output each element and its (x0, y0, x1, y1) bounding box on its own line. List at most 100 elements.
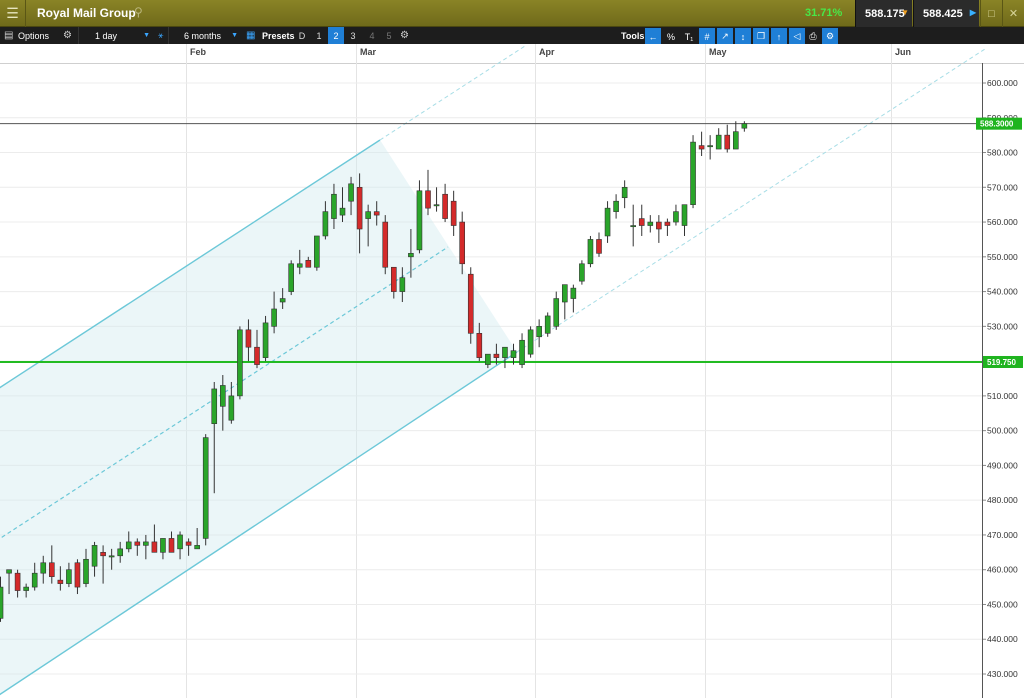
candle-body (553, 298, 560, 327)
windows-icon[interactable]: ❐ (753, 28, 769, 45)
preset-4[interactable]: 4 (364, 27, 380, 44)
candle-body (91, 545, 98, 567)
candle-body (160, 538, 166, 553)
range-value: 6 months (184, 30, 222, 41)
candle-body (356, 186, 363, 230)
candle-body (211, 388, 218, 424)
print-icon[interactable]: ⎙ (805, 28, 821, 45)
search-icon[interactable]: ⚲ (134, 5, 143, 19)
label-icon[interactable]: ◁ (789, 28, 805, 45)
x-axis-header (0, 44, 1024, 63)
instrument-title: Royal Mail Group (37, 6, 136, 20)
candle-body (690, 141, 696, 205)
y-tick-label: 600.000 (987, 78, 1018, 88)
candle-body (698, 145, 705, 150)
candle-body (202, 437, 209, 539)
candle-body (74, 562, 81, 588)
preset-1[interactable]: 1 (311, 27, 327, 44)
candle-body (0, 586, 4, 619)
candle-body (296, 263, 303, 268)
options-icon[interactable]: ▤ (4, 27, 13, 44)
maximize-icon[interactable]: □ (980, 0, 1002, 27)
candle-body (339, 207, 346, 216)
sell-price: 588.175 (865, 7, 905, 20)
y-tick-label: 560.000 (987, 217, 1018, 227)
candle-body (459, 221, 466, 265)
candle-body (279, 298, 286, 303)
y-tick-label: 470.000 (987, 530, 1018, 540)
candle-body (390, 266, 397, 292)
trendline-icon[interactable]: ↗ (717, 28, 733, 45)
current-price-label: 588.3000 (980, 120, 1014, 129)
preset-5[interactable]: 5 (381, 27, 397, 44)
y-tick-label: 570.000 (987, 182, 1018, 192)
candle-body (613, 200, 619, 212)
percent-icon[interactable]: % (663, 28, 679, 45)
calendar-icon[interactable]: ▦ (246, 27, 255, 44)
candle-body (228, 395, 235, 421)
back-arrow-icon[interactable]: ← (645, 28, 661, 45)
candle-body (262, 322, 269, 358)
price-chart[interactable]: FebMarAprMayJun600.000590.000580.000570.… (0, 44, 1024, 698)
y-tick-label: 550.000 (987, 252, 1018, 262)
chart-settings-icon[interactable]: ⚙ (822, 28, 838, 45)
candle-body (638, 218, 645, 226)
candle-body (741, 123, 748, 129)
sell-price-button[interactable]: 588.175 ▼ (855, 0, 912, 27)
x-tick-label: Jun (895, 47, 911, 57)
preset-d[interactable]: D (294, 27, 310, 44)
text-tool-icon[interactable]: T₁ (681, 28, 697, 45)
sell-arrow-icon: ▼ (901, 8, 909, 17)
candle-body (14, 572, 21, 591)
hamburger-menu-icon[interactable]: ☰ (0, 0, 26, 27)
candle-body (527, 329, 534, 355)
settings-gear-icon[interactable]: ⚙ (63, 27, 72, 44)
candle-body (536, 326, 542, 338)
candle-body (433, 204, 440, 207)
candle-body (57, 579, 64, 584)
candle-body (271, 308, 277, 327)
candle-body (732, 131, 739, 150)
candle-body (168, 538, 175, 553)
indicator-icon[interactable]: ↑ (771, 28, 787, 45)
candle-body (237, 329, 243, 397)
candle-body (493, 353, 500, 358)
y-tick-label: 440.000 (987, 634, 1018, 644)
candle-body (125, 541, 132, 550)
chart-canvas[interactable]: FebMarAprMayJun600.000590.000580.000570.… (0, 44, 1024, 698)
candle-body (373, 211, 380, 216)
candle-body (382, 221, 389, 268)
candle-icon[interactable]: ↕ (735, 28, 751, 45)
y-tick-label: 480.000 (987, 495, 1018, 505)
close-icon[interactable]: ✕ (1002, 0, 1024, 27)
candle-body (348, 183, 354, 202)
candle-body (48, 562, 55, 577)
preset-2[interactable]: 2 (328, 27, 344, 44)
candle-body (185, 541, 192, 546)
interval-value: 1 day (95, 30, 118, 41)
candle-body (425, 190, 431, 209)
candle-body (715, 134, 722, 150)
preset-3[interactable]: 3 (345, 27, 361, 44)
buy-price-button[interactable]: 588.425 ▶ (913, 0, 979, 27)
chart-toolbar: ▤ Options ⚙ 1 day ▼ ⚹ 6 months ▼ ▦ Prese… (0, 27, 1024, 45)
candle-body (6, 569, 12, 574)
preset-settings-gear-icon[interactable]: ⚙ (400, 27, 409, 44)
options-button[interactable]: Options (18, 27, 49, 44)
candle-body (40, 562, 47, 574)
candle-body (100, 552, 106, 557)
candle-body (322, 211, 329, 237)
interval-dropdown[interactable]: 1 day ▼ (78, 27, 154, 44)
lock-icon[interactable]: ⚹ (158, 27, 163, 44)
chevron-down-icon: ▼ (231, 32, 238, 39)
candle-body (630, 225, 637, 228)
candle-body (83, 558, 89, 584)
range-dropdown[interactable]: 6 months ▼ (168, 27, 242, 44)
candle-body (134, 541, 141, 546)
tools-label: Tools (621, 30, 645, 41)
candle-body (254, 346, 260, 365)
candle-body (570, 287, 577, 299)
y-tick-label: 430.000 (987, 669, 1018, 679)
candle-body (416, 190, 423, 251)
grid-icon[interactable]: # (699, 28, 715, 45)
